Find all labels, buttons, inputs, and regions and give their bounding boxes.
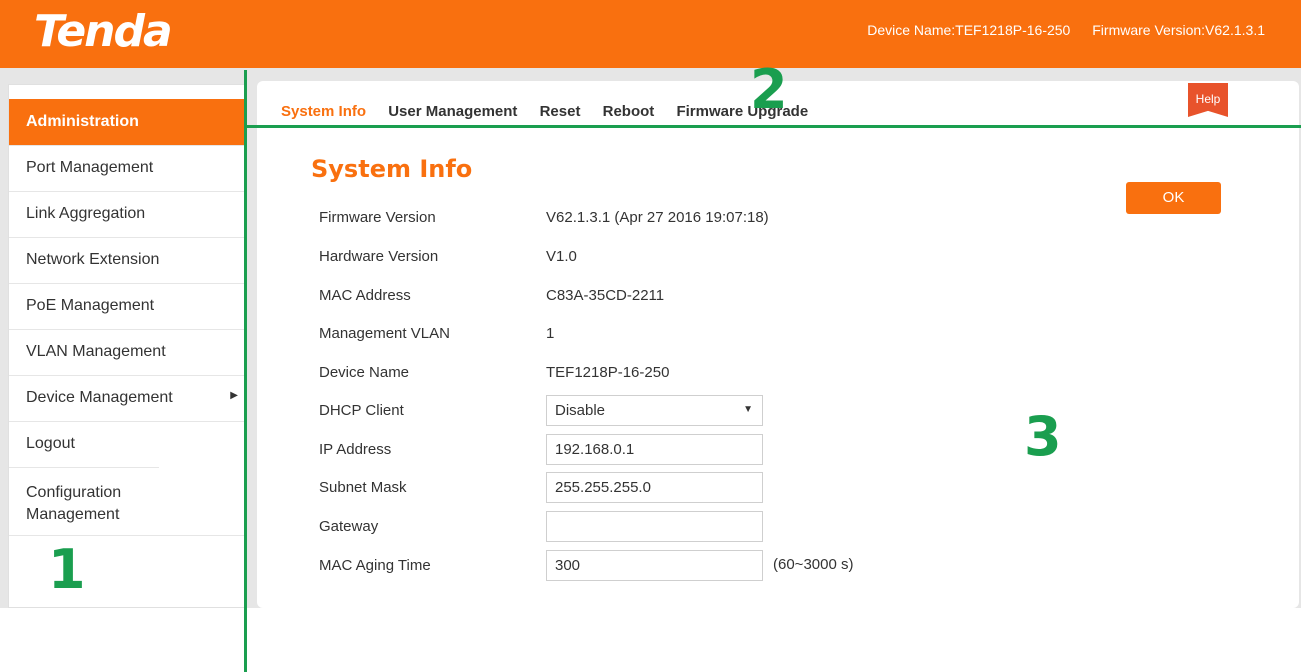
gateway-label: Gateway (319, 518, 379, 535)
dhcp-client-select[interactable]: Disable ▼ (546, 395, 763, 426)
sidebar-item-logout[interactable]: Logout (9, 421, 246, 467)
sidebar-item-configuration-management[interactable]: Configuration Management (9, 467, 159, 535)
hardware-version-label: Hardware Version (319, 248, 439, 265)
main-panel: System Info User Management Reset Reboot… (257, 81, 1299, 608)
dhcp-client-label: DHCP Client (319, 402, 404, 419)
management-vlan-value: 1 (546, 325, 555, 342)
tab-reset[interactable]: Reset (540, 103, 581, 120)
annotation-horizontal-line (244, 125, 1301, 128)
sidebar-item-vlan-management[interactable]: VLAN Management (9, 329, 246, 375)
annotation-marker-2: 2 (750, 58, 788, 121)
tab-bar: System Info User Management Reset Reboot… (281, 103, 826, 120)
subnet-mask-input[interactable]: 255.255.255.0 (546, 472, 763, 503)
annotation-marker-3: 3 (1024, 405, 1062, 468)
tab-system-info[interactable]: System Info (281, 103, 366, 120)
top-header: Tenda Device Name:TEF1218P-16-250 Firmwa… (0, 0, 1301, 68)
gateway-input[interactable] (546, 511, 763, 542)
hardware-version-value: V1.0 (546, 248, 577, 265)
mac-aging-time-label: MAC Aging Time (319, 557, 431, 574)
tenda-logo: Tenda (34, 6, 173, 57)
sidebar-item-poe-management[interactable]: PoE Management (9, 283, 246, 329)
chevron-down-icon: ▼ (743, 404, 753, 415)
subnet-mask-label: Subnet Mask (319, 479, 407, 496)
help-button[interactable]: Help (1188, 83, 1228, 117)
tab-reboot[interactable]: Reboot (603, 103, 655, 120)
submenu-arrow-icon: ▶ (230, 390, 238, 401)
mac-aging-time-input[interactable]: 300 (546, 550, 763, 581)
sidebar-item-device-management[interactable]: Device Management ▶ (9, 375, 246, 421)
firmware-version-value: V62.1.3.1 (Apr 27 2016 19:07:18) (546, 209, 769, 226)
mac-aging-time-unit: (60~3000 s) (773, 556, 854, 573)
device-info: Device Name:TEF1218P-16-250 Firmware Ver… (849, 22, 1265, 38)
sidebar-item-network-extension[interactable]: Network Extension (9, 237, 246, 283)
tab-firmware-upgrade[interactable]: Firmware Upgrade (676, 103, 808, 120)
page-title: System Info (311, 155, 473, 183)
device-name-label: Device Name (319, 364, 410, 381)
sidebar-divider (9, 535, 246, 536)
firmware-version-label: Firmware Version (319, 209, 436, 226)
sidebar-item-link-aggregation[interactable]: Link Aggregation (9, 191, 246, 237)
ip-address-input[interactable]: 192.168.0.1 (546, 434, 763, 465)
firmware-version-text: Firmware Version:V62.1.3.1 (1092, 22, 1265, 38)
sidebar: Administration Port Management Link Aggr… (8, 84, 246, 608)
annotation-vertical-line (244, 70, 247, 672)
annotation-marker-1: 1 (48, 538, 86, 601)
mac-address-label: MAC Address (319, 287, 411, 304)
sidebar-item-label: Device Management (26, 389, 173, 406)
management-vlan-label: Management VLAN (319, 325, 450, 342)
sidebar-item-administration[interactable]: Administration (9, 99, 246, 145)
device-name-value: TEF1218P-16-250 (546, 364, 670, 381)
ok-button[interactable]: OK (1126, 182, 1221, 214)
mac-address-value: C83A-35CD-2211 (546, 287, 665, 304)
tab-user-management[interactable]: User Management (388, 103, 517, 120)
sidebar-item-port-management[interactable]: Port Management (9, 145, 246, 191)
dhcp-client-value: Disable (555, 402, 606, 419)
ip-address-label: IP Address (319, 441, 392, 458)
device-name-text: Device Name:TEF1218P-16-250 (867, 22, 1071, 38)
